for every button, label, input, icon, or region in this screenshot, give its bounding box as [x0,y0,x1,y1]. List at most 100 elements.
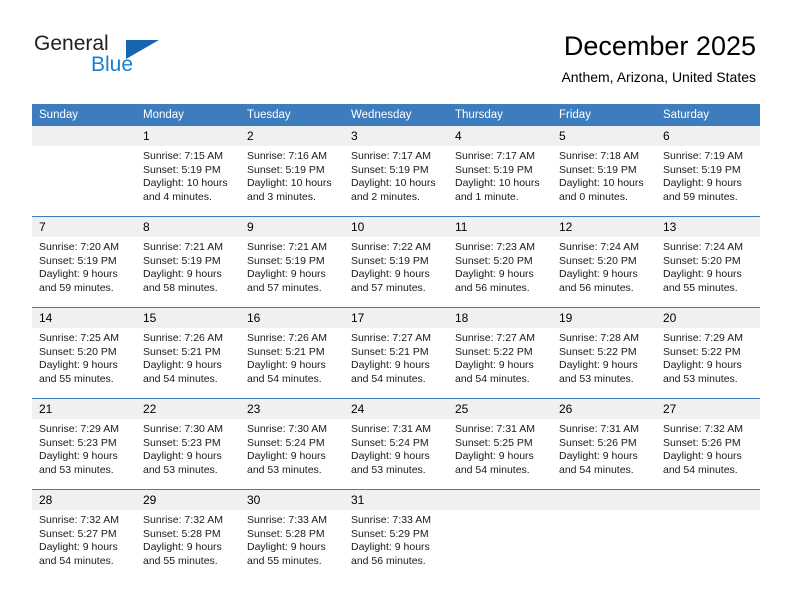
day-detail-line: and 1 minute. [455,190,519,203]
day-detail-line: and 54 minutes. [455,463,530,476]
calendar-day-cell[interactable]: 26 Sunrise: 7:31 AM Sunset: 5:26 PM Dayligh… [552,398,656,490]
day-detail-line: Sunset: 5:21 PM [351,345,429,358]
day-number [448,490,552,510]
day-number: 7 [32,217,136,237]
day-number: 31 [344,490,448,510]
day-detail-line: and 55 minutes. [39,372,114,385]
day-detail-line: and 55 minutes. [663,281,738,294]
day-details: Sunrise: 7:29 AM Sunset: 5:23 PM Daylight:… [32,419,136,477]
day-detail-line: and 53 minutes. [247,463,322,476]
day-detail-line: Sunrise: 7:31 AM [559,423,639,435]
calendar-day-cell[interactable]: 30 Sunrise: 7:33 AM Sunset: 5:28 PM Dayligh… [240,489,344,580]
calendar-day-cell[interactable]: 21 Sunrise: 7:29 AM Sunset: 5:23 PM Dayligh… [32,398,136,490]
day-number: 3 [344,126,448,146]
day-detail-line: Daylight: 9 hours [247,359,326,372]
day-detail-line: Sunset: 5:19 PM [143,163,221,176]
day-detail-line: and 54 minutes. [247,372,322,385]
calendar-day-cell[interactable]: 7 Sunrise: 7:20 AM Sunset: 5:19 PM Daylight… [32,216,136,308]
day-number: 11 [448,217,552,237]
day-detail-line: and 54 minutes. [559,463,634,476]
calendar-day-cell[interactable]: 24 Sunrise: 7:31 AM Sunset: 5:24 PM Dayligh… [344,398,448,490]
day-detail-line: Sunrise: 7:28 AM [559,332,639,344]
calendar-day-cell[interactable]: 27 Sunrise: 7:32 AM Sunset: 5:26 PM Dayligh… [656,398,760,490]
day-details: Sunrise: 7:30 AM Sunset: 5:24 PM Daylight:… [240,419,344,477]
day-number: 10 [344,217,448,237]
calendar-day-cell[interactable]: 31 Sunrise: 7:33 AM Sunset: 5:29 PM Dayligh… [344,489,448,580]
calendar-day-cell[interactable]: 11 Sunrise: 7:23 AM Sunset: 5:20 PM Dayligh… [448,216,552,308]
day-number: 19 [552,308,656,328]
calendar-day-cell[interactable]: 18 Sunrise: 7:27 AM Sunset: 5:22 PM Dayligh… [448,307,552,399]
day-detail-line: Sunrise: 7:24 AM [663,241,743,253]
calendar-day-cell[interactable]: 15 Sunrise: 7:26 AM Sunset: 5:21 PM Dayligh… [136,307,240,399]
day-number: 17 [344,308,448,328]
day-detail-line: Sunrise: 7:27 AM [455,332,535,344]
calendar-day-cell[interactable]: 23 Sunrise: 7:30 AM Sunset: 5:24 PM Dayligh… [240,398,344,490]
day-number: 25 [448,399,552,419]
calendar-day-cell[interactable]: 17 Sunrise: 7:27 AM Sunset: 5:21 PM Dayligh… [344,307,448,399]
day-details [656,510,760,514]
calendar-day-cell[interactable]: 6 Sunrise: 7:19 AM Sunset: 5:19 PM Daylight… [656,126,760,217]
day-detail-line: and 54 minutes. [143,372,218,385]
day-number: 8 [136,217,240,237]
calendar-day-cell[interactable]: 3 Sunrise: 7:17 AM Sunset: 5:19 PM Daylight… [344,126,448,217]
day-details: Sunrise: 7:31 AM Sunset: 5:25 PM Daylight:… [448,419,552,477]
day-detail-line: Daylight: 10 hours [559,177,644,190]
day-detail-line: Sunset: 5:19 PM [455,163,533,176]
calendar-day-cell[interactable]: 4 Sunrise: 7:17 AM Sunset: 5:19 PM Daylight… [448,126,552,217]
calendar-day-cell[interactable]: 1 Sunrise: 7:15 AM Sunset: 5:19 PM Daylight… [136,126,240,217]
calendar-day-cell[interactable]: 20 Sunrise: 7:29 AM Sunset: 5:22 PM Dayligh… [656,307,760,399]
day-detail-line: and 57 minutes. [247,281,322,294]
day-details: Sunrise: 7:33 AM Sunset: 5:28 PM Daylight:… [240,510,344,568]
day-detail-line: Sunset: 5:19 PM [39,254,117,267]
brand-logo: General Blue [34,33,274,85]
calendar-week-row: 7 Sunrise: 7:20 AM Sunset: 5:19 PM Daylight… [32,216,760,308]
day-detail-line: Sunrise: 7:31 AM [351,423,431,435]
day-number [656,490,760,510]
day-detail-line: Sunset: 5:23 PM [39,436,117,449]
calendar-day-cell[interactable]: 16 Sunrise: 7:26 AM Sunset: 5:21 PM Dayligh… [240,307,344,399]
day-detail-line: Daylight: 9 hours [663,450,742,463]
calendar-day-cell[interactable]: 13 Sunrise: 7:24 AM Sunset: 5:20 PM Dayligh… [656,216,760,308]
calendar-day-cell[interactable]: 5 Sunrise: 7:18 AM Sunset: 5:19 PM Daylight… [552,126,656,217]
calendar-day-cell[interactable]: 8 Sunrise: 7:21 AM Sunset: 5:19 PM Daylight… [136,216,240,308]
day-number: 13 [656,217,760,237]
day-number: 30 [240,490,344,510]
day-detail-line: Sunrise: 7:15 AM [143,150,223,162]
day-details: Sunrise: 7:25 AM Sunset: 5:20 PM Daylight:… [32,328,136,386]
title-block: December 2025 Anthem, Arizona, United St… [561,30,756,86]
day-detail-line: Daylight: 10 hours [455,177,540,190]
day-number: 9 [240,217,344,237]
day-details: Sunrise: 7:24 AM Sunset: 5:20 PM Daylight:… [656,237,760,295]
day-detail-line: Daylight: 9 hours [559,450,638,463]
day-detail-line: Sunrise: 7:24 AM [559,241,639,253]
day-detail-line: Sunrise: 7:17 AM [351,150,431,162]
page-header: General Blue December 2025 Anthem, Arizo… [0,0,792,100]
day-number [552,490,656,510]
brand-name-general: General [34,32,109,55]
day-number: 24 [344,399,448,419]
day-detail-line: and 0 minutes. [559,190,628,203]
day-detail-line: Daylight: 9 hours [143,359,222,372]
calendar-day-cell[interactable]: 10 Sunrise: 7:22 AM Sunset: 5:19 PM Dayligh… [344,216,448,308]
calendar-day-cell[interactable]: 29 Sunrise: 7:32 AM Sunset: 5:28 PM Dayligh… [136,489,240,580]
day-details: Sunrise: 7:18 AM Sunset: 5:19 PM Daylight:… [552,146,656,204]
day-detail-line: Daylight: 9 hours [247,450,326,463]
calendar-day-cell[interactable]: 28 Sunrise: 7:32 AM Sunset: 5:27 PM Dayligh… [32,489,136,580]
day-details: Sunrise: 7:32 AM Sunset: 5:26 PM Daylight:… [656,419,760,477]
day-detail-line: and 56 minutes. [351,554,426,567]
day-detail-line: Daylight: 9 hours [39,541,118,554]
calendar-day-cell[interactable]: 12 Sunrise: 7:24 AM Sunset: 5:20 PM Dayligh… [552,216,656,308]
day-detail-line: Sunset: 5:24 PM [351,436,429,449]
day-detail-line: Sunrise: 7:30 AM [247,423,327,435]
calendar-day-cell[interactable]: 22 Sunrise: 7:30 AM Sunset: 5:23 PM Dayligh… [136,398,240,490]
calendar-grid: Sunday Monday Tuesday Wednesday Thursday Frid… [32,104,760,580]
calendar-day-cell[interactable]: 2 Sunrise: 7:16 AM Sunset: 5:19 PM Daylight… [240,126,344,217]
day-detail-line: Sunset: 5:29 PM [351,527,429,540]
calendar-day-cell[interactable]: 25 Sunrise: 7:31 AM Sunset: 5:25 PM Dayligh… [448,398,552,490]
calendar-day-cell[interactable]: 14 Sunrise: 7:25 AM Sunset: 5:20 PM Dayligh… [32,307,136,399]
calendar-day-cell[interactable]: 19 Sunrise: 7:28 AM Sunset: 5:22 PM Dayligh… [552,307,656,399]
calendar-day-cell[interactable]: 9 Sunrise: 7:21 AM Sunset: 5:19 PM Daylight… [240,216,344,308]
day-detail-line: and 53 minutes. [351,463,426,476]
day-detail-line: Sunset: 5:19 PM [247,163,325,176]
day-detail-line: Daylight: 9 hours [351,268,430,281]
